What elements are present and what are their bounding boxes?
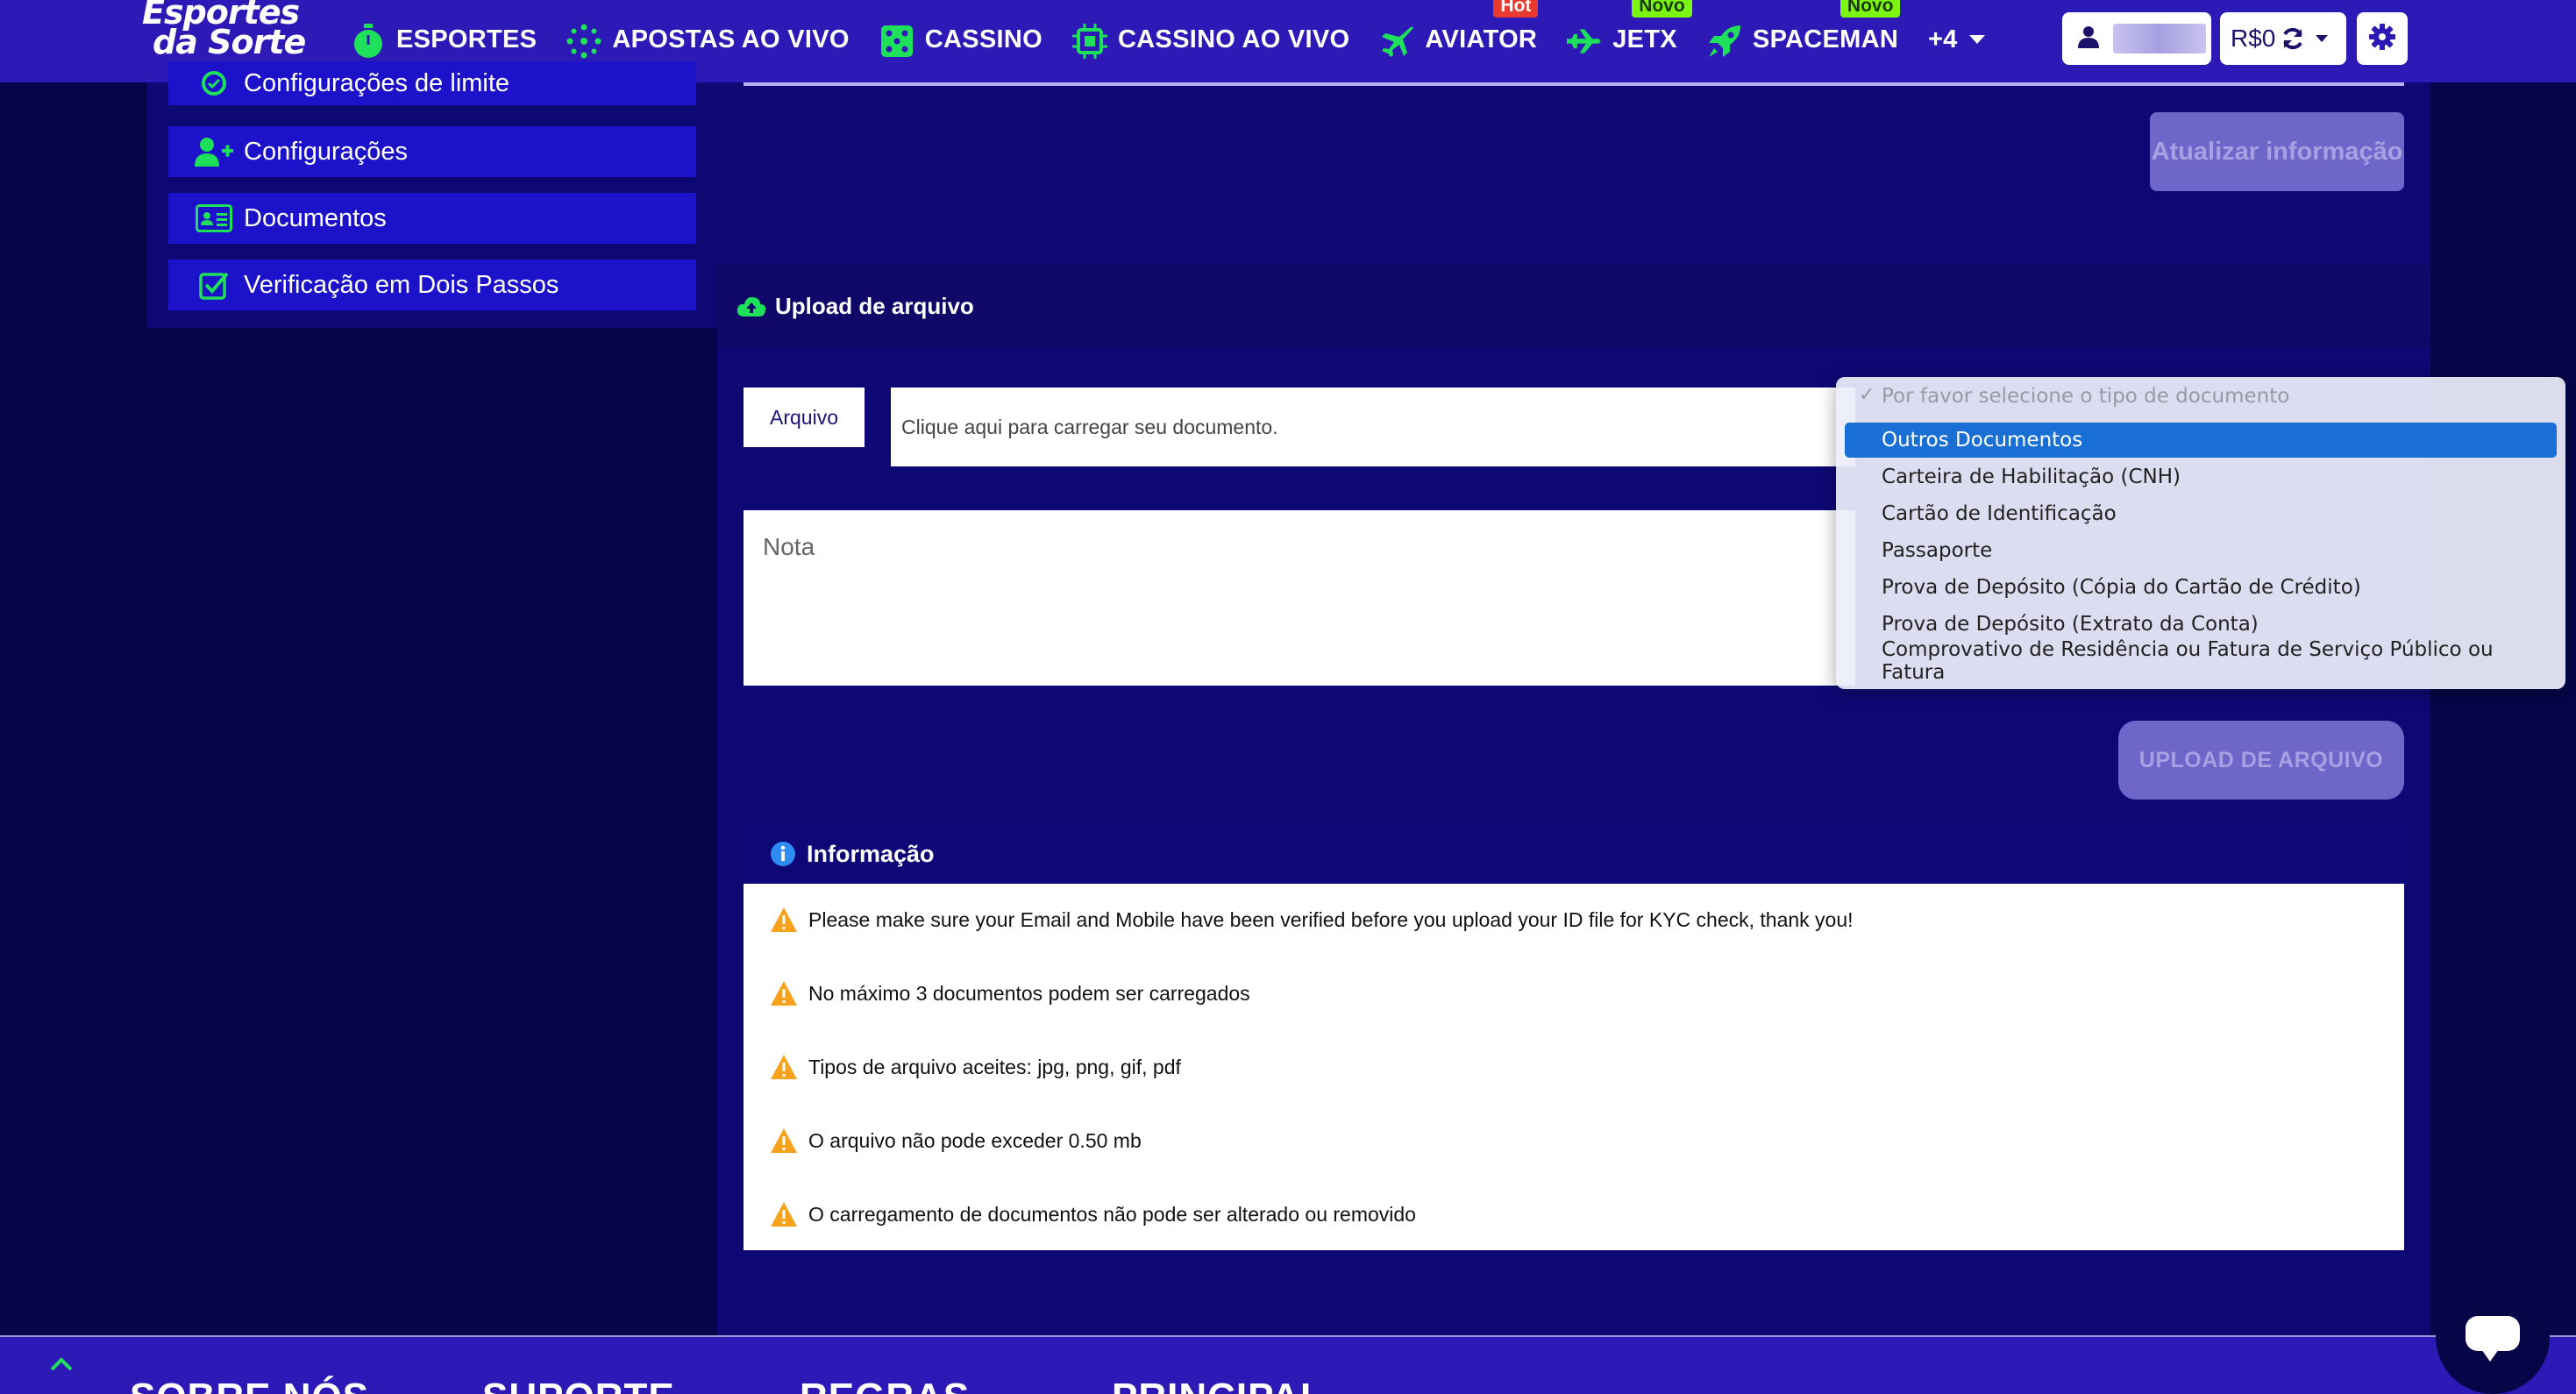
info-item-text: O arquivo não pode exceder 0.50 mb	[808, 1128, 1142, 1152]
sidebar-item-label: Configurações de limite	[244, 68, 510, 97]
upload-section-header: Upload de arquivo	[717, 263, 2430, 349]
update-info-button[interactable]: Atualizar informação	[2150, 112, 2404, 191]
jet-icon	[1567, 24, 1602, 59]
info-item: O carregamento de documentos não pode se…	[770, 1201, 1416, 1227]
footer-title-sobre-nos: SOBRE NÓS	[130, 1376, 369, 1394]
nav-item-aviator[interactable]: AVIATOR Hot	[1379, 0, 1539, 82]
info-item-text: No máximo 3 documentos podem ser carrega…	[808, 981, 1250, 1005]
warning-icon	[770, 980, 798, 1006]
check-square-icon	[195, 270, 233, 300]
stopwatch-icon	[351, 24, 386, 59]
chat-bubble-icon	[2466, 1316, 2520, 1362]
rocket-icon	[1707, 24, 1742, 59]
balance-value: R$0	[2231, 25, 2276, 52]
info-item: O arquivo não pode exceder 0.50 mb	[770, 1127, 1142, 1154]
chip-icon	[1071, 24, 1107, 59]
chevron-down-icon	[1969, 35, 1986, 44]
nav-label: SPACEMAN	[1752, 25, 1899, 53]
logo-line-2: da Sorte	[153, 23, 306, 61]
clock-check-icon	[195, 68, 233, 98]
warning-icon	[770, 1054, 798, 1080]
dropdown-placeholder-option[interactable]: ✓ Por favor selecione o tipo de document…	[1845, 379, 2557, 414]
info-item: Please make sure your Email and Mobile h…	[770, 907, 1854, 933]
account-sidebar: Configurações de limite Configurações Do…	[147, 61, 717, 328]
chevron-down-icon	[2316, 35, 2329, 42]
info-icon	[770, 841, 796, 867]
user-plus-icon	[195, 137, 233, 167]
warning-icon	[770, 1127, 798, 1154]
hot-badge: Hot	[1493, 0, 1539, 18]
sidebar-item-label: Documentos	[244, 203, 387, 232]
dropdown-option-proof-of-residence[interactable]: Comprovativo de Residência ou Fatura de …	[1845, 638, 2557, 684]
nav-label: APOSTAS AO VIVO	[612, 25, 850, 53]
sidebar-item-documents[interactable]: Documentos	[168, 193, 696, 244]
new-badge: Novo	[1632, 0, 1692, 18]
checkmark-icon: ✓	[1859, 384, 1875, 406]
footer: SOBRE NÓS SUPORTE REGRAS PRINCIPAL	[0, 1337, 2576, 1394]
dropdown-option-deposit-card[interactable]: Prova de Depósito (Cópia do Cartão de Cr…	[1845, 570, 2557, 605]
id-card-icon	[195, 203, 233, 233]
footer-title-suporte: SUPORTE	[482, 1376, 675, 1394]
gear-icon	[2368, 23, 2396, 55]
info-section-header: Informação	[744, 824, 2404, 884]
dropdown-placeholder-label: Por favor selecione o tipo de documento	[1882, 385, 2290, 408]
cloud-upload-icon	[737, 295, 766, 317]
nav-label: AVIATOR	[1425, 25, 1538, 53]
upload-file-button[interactable]: UPLOAD DE ARQUIVO	[2118, 721, 2404, 800]
document-type-dropdown[interactable]: ✓ Por favor selecione o tipo de document…	[1836, 377, 2565, 689]
footer-title-regras: REGRAS	[800, 1376, 970, 1394]
nav-item-cassino[interactable]: CASSINO	[879, 0, 1042, 82]
nav-item-jetx[interactable]: JETX Novo	[1567, 0, 1692, 82]
refresh-icon[interactable]	[2281, 26, 2305, 51]
sidebar-item-label: Configurações	[244, 137, 408, 166]
info-item: No máximo 3 documentos podem ser carrega…	[770, 980, 1250, 1006]
footer-title-principal: PRINCIPAL	[1112, 1376, 1325, 1394]
plane-icon	[1379, 24, 1414, 59]
file-upload-field[interactable]: Clique aqui para carregar seu documento.	[891, 388, 1855, 466]
dropdown-option-passport[interactable]: Passaporte	[1845, 533, 2557, 568]
info-list: Please make sure your Email and Mobile h…	[744, 884, 2404, 1250]
info-item-text: Please make sure your Email and Mobile h…	[808, 907, 1854, 931]
user-account-button[interactable]	[2062, 12, 2211, 65]
settings-button[interactable]	[2357, 12, 2408, 65]
info-item-text: O carregamento de documentos não pode se…	[808, 1202, 1416, 1226]
live-burst-icon	[566, 24, 601, 59]
sidebar-item-two-step-verification[interactable]: Verificação em Dois Passos	[168, 260, 696, 310]
nav-label: ESPORTES	[396, 25, 537, 53]
warning-icon	[770, 1201, 798, 1227]
balance-button[interactable]: R$0	[2220, 12, 2346, 65]
note-textarea[interactable]: Nota	[744, 510, 1855, 686]
info-section-title: Informação	[807, 840, 935, 867]
sidebar-item-limit-settings[interactable]: Configurações de limite	[168, 61, 696, 105]
nav-item-spaceman[interactable]: SPACEMAN Novo	[1707, 0, 1901, 82]
nav-label: CASSINO	[924, 25, 1042, 53]
live-chat-button[interactable]	[2436, 1280, 2550, 1394]
site-logo[interactable]: Esportes da Sorte	[142, 0, 317, 61]
nav-label: JETX	[1612, 25, 1677, 53]
new-badge: Novo	[1839, 0, 1901, 18]
warning-icon	[770, 907, 798, 933]
upload-section-title: Upload de arquivo	[775, 292, 974, 319]
username-redacted	[2113, 24, 2206, 53]
scroll-to-top-icon[interactable]	[49, 1356, 74, 1374]
dropdown-option-deposit-statement[interactable]: Prova de Depósito (Extrato da Conta)	[1845, 607, 2557, 642]
sidebar-item-settings[interactable]: Configurações	[168, 126, 696, 177]
dropdown-option-id-card[interactable]: Cartão de Identificação	[1845, 496, 2557, 531]
file-choose-button[interactable]: Arquivo	[744, 388, 865, 447]
nav-item-cassino-ao-vivo[interactable]: CASSINO AO VIVO	[1071, 0, 1350, 82]
nav-more-button[interactable]: +4	[1928, 25, 1986, 54]
user-icon	[2078, 25, 2099, 53]
divider	[744, 82, 2404, 86]
dropdown-option-cnh[interactable]: Carteira de Habilitação (CNH)	[1845, 459, 2557, 494]
nav-label: CASSINO AO VIVO	[1117, 25, 1350, 53]
info-item: Tipos de arquivo aceites: jpg, png, gif,…	[770, 1054, 1181, 1080]
documents-panel: Atualizar informação Upload de arquivo A…	[717, 82, 2430, 1336]
dropdown-option-outros-documentos[interactable]: Outros Documentos	[1845, 423, 2557, 458]
dice-icon	[879, 24, 914, 59]
sidebar-item-label: Verificação em Dois Passos	[244, 270, 559, 299]
info-item-text: Tipos de arquivo aceites: jpg, png, gif,…	[808, 1055, 1181, 1078]
nav-more-label: +4	[1928, 25, 1958, 53]
